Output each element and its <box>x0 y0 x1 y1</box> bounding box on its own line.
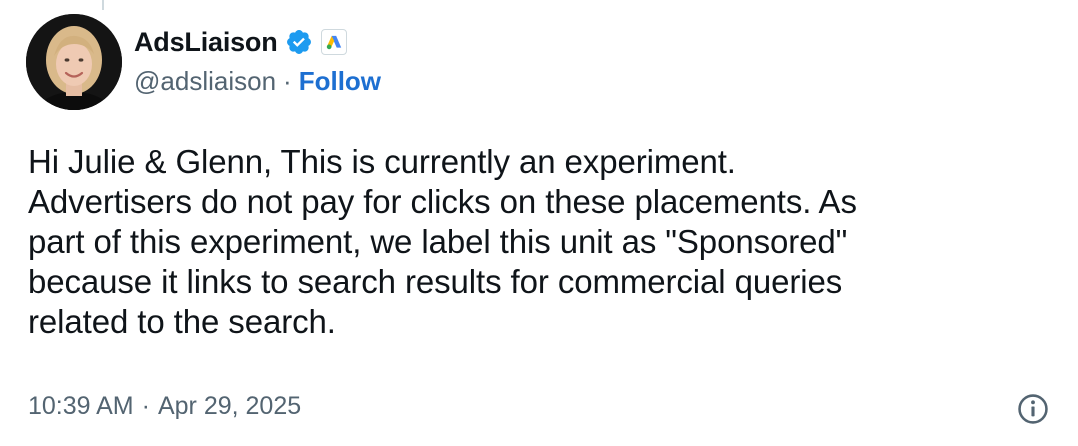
tweet-date[interactable]: Apr 29, 2025 <box>158 392 301 421</box>
avatar-photo <box>26 14 122 110</box>
separator-dot: · <box>141 392 150 420</box>
handle-row: @adsliaison · Follow <box>134 66 381 97</box>
tweet-metadata: 10:39 AM · Apr 29, 2025 <box>28 392 301 421</box>
affiliation-badge[interactable] <box>320 29 347 55</box>
google-ads-logo-icon <box>326 35 341 50</box>
user-handle[interactable]: @adsliaison <box>134 66 276 97</box>
separator-dot: · <box>283 66 292 96</box>
avatar[interactable] <box>26 14 122 110</box>
tweet-time[interactable]: 10:39 AM <box>28 392 134 421</box>
thread-connector-line <box>102 0 104 10</box>
info-icon[interactable] <box>1016 392 1050 426</box>
tweet-text: Hi Julie & Glenn, This is currently an e… <box>28 143 857 340</box>
display-name[interactable]: AdsLiaison <box>134 27 278 58</box>
author-info: AdsLiaison @adsliaison · Follow <box>134 24 381 97</box>
tweet-header: AdsLiaison @adsliaison · Follow <box>26 14 381 110</box>
verified-badge-icon[interactable] <box>285 28 313 56</box>
name-row: AdsLiaison <box>134 24 381 60</box>
follow-button[interactable]: Follow <box>299 66 381 97</box>
